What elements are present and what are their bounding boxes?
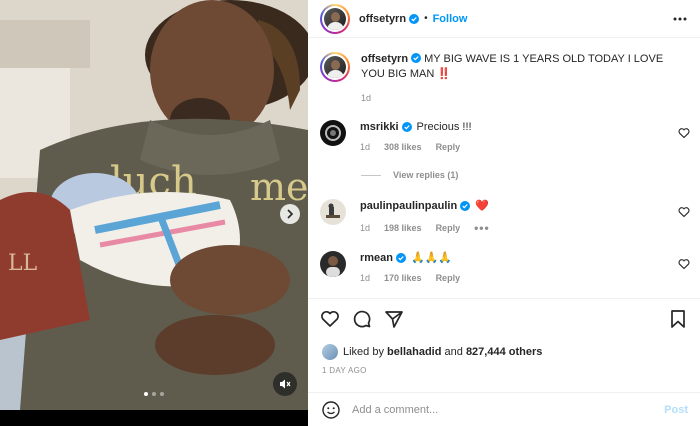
caption-text: offsetyrn MY BIG WAVE IS 1 YEARS OLD TOD… <box>361 52 681 82</box>
commenter-avatar[interactable] <box>320 251 346 277</box>
emoji-icon[interactable] <box>322 400 340 419</box>
share-icon[interactable] <box>384 309 404 329</box>
add-comment-bar: Post <box>308 392 700 426</box>
carousel-dot <box>152 392 156 396</box>
verified-badge-icon <box>396 253 407 263</box>
post-media[interactable]: luch me LL <box>0 0 308 426</box>
carousel-dots <box>0 392 308 396</box>
comment-time: 1d <box>360 142 371 152</box>
comment-time: 1d <box>360 273 371 283</box>
comment-text: ❤️ <box>475 200 489 212</box>
mute-icon <box>280 379 291 389</box>
commenter-username[interactable]: paulinpaulinpaulin <box>360 199 457 213</box>
carousel-dot <box>144 392 148 396</box>
comment-item: rmean 🙏🙏🙏 1d 170 likes Reply <box>320 251 690 283</box>
reply-button[interactable]: Reply <box>436 142 461 152</box>
heart-icon[interactable] <box>678 206 690 218</box>
author-avatar[interactable] <box>320 52 350 82</box>
svg-text:me: me <box>250 165 308 209</box>
view-replies-button[interactable]: View replies (1) <box>361 170 458 180</box>
author-avatar[interactable] <box>320 3 350 34</box>
post-header: offsetyrn • Follow <box>308 0 700 38</box>
comment-likes[interactable]: 170 likes <box>384 273 422 283</box>
comment-item: msrikki Precious !!! 1d 308 likes Reply <box>320 120 690 152</box>
more-options-button[interactable] <box>672 12 688 26</box>
verified-badge-icon <box>409 13 420 24</box>
reply-button[interactable]: Reply <box>436 223 461 233</box>
post-side-panel: offsetyrn • Follow offsetyrn MY BIG WAVE… <box>308 0 700 426</box>
comment-item: paulinpaulinpaulin ❤️ 1d 198 likes Reply… <box>320 199 690 235</box>
carousel-dot <box>160 392 164 396</box>
like-button-heart-icon[interactable] <box>320 309 340 329</box>
comment-text: Precious !!! <box>416 121 472 133</box>
comment-text: 🙏🙏🙏 <box>411 252 453 264</box>
author-username[interactable]: offsetyrn <box>359 13 406 25</box>
heart-icon[interactable] <box>678 127 690 139</box>
bookmark-icon[interactable] <box>668 309 688 329</box>
photo-illustration: luch me LL <box>0 0 308 410</box>
heart-icon[interactable] <box>678 258 690 270</box>
liker-avatar[interactable] <box>322 344 338 360</box>
commenter-avatar[interactable] <box>320 120 346 146</box>
reply-button[interactable]: Reply <box>436 273 461 283</box>
comment-likes[interactable]: 308 likes <box>384 142 422 152</box>
commenter-username[interactable]: rmean <box>360 251 393 265</box>
next-slide-button[interactable] <box>280 204 300 224</box>
liked-by-prefix: Liked by <box>343 346 384 358</box>
svg-text:LL: LL <box>8 251 38 276</box>
view-replies-label: View replies (1) <box>393 170 459 180</box>
commenter-username[interactable]: msrikki <box>360 120 399 134</box>
post-date: 1 DAY AGO <box>322 366 367 375</box>
verified-badge-icon <box>411 53 422 63</box>
more-icon <box>673 17 687 21</box>
caption-time: 1d <box>361 93 372 103</box>
chevron-right-icon <box>287 209 294 219</box>
header-separator: • <box>424 13 428 24</box>
comment-likes[interactable]: 198 likes <box>384 223 422 233</box>
verified-badge-icon <box>401 122 412 132</box>
comment-icon[interactable] <box>352 309 372 329</box>
follow-button[interactable]: Follow <box>433 13 468 25</box>
comment-time: 1d <box>360 223 371 233</box>
media-bottom-strip <box>0 410 308 426</box>
post-actions-bar <box>308 298 700 328</box>
liked-by-line: Liked by bellahadid and 827,444 others <box>322 344 542 360</box>
post-comment-button[interactable]: Post <box>664 404 688 416</box>
liked-by-and: and <box>444 346 463 358</box>
post-caption: offsetyrn MY BIG WAVE IS 1 YEARS OLD TOD… <box>320 52 690 103</box>
liker-username[interactable]: bellahadid <box>387 346 441 358</box>
liked-by-others[interactable]: 827,444 others <box>466 346 542 358</box>
comment-input[interactable] <box>352 403 632 416</box>
verified-badge-icon <box>460 201 471 211</box>
commenter-avatar[interactable] <box>320 199 346 225</box>
caption-username[interactable]: offsetyrn <box>361 53 408 65</box>
post-photo: luch me LL <box>0 0 308 410</box>
comment-more-button[interactable]: ••• <box>474 221 490 235</box>
